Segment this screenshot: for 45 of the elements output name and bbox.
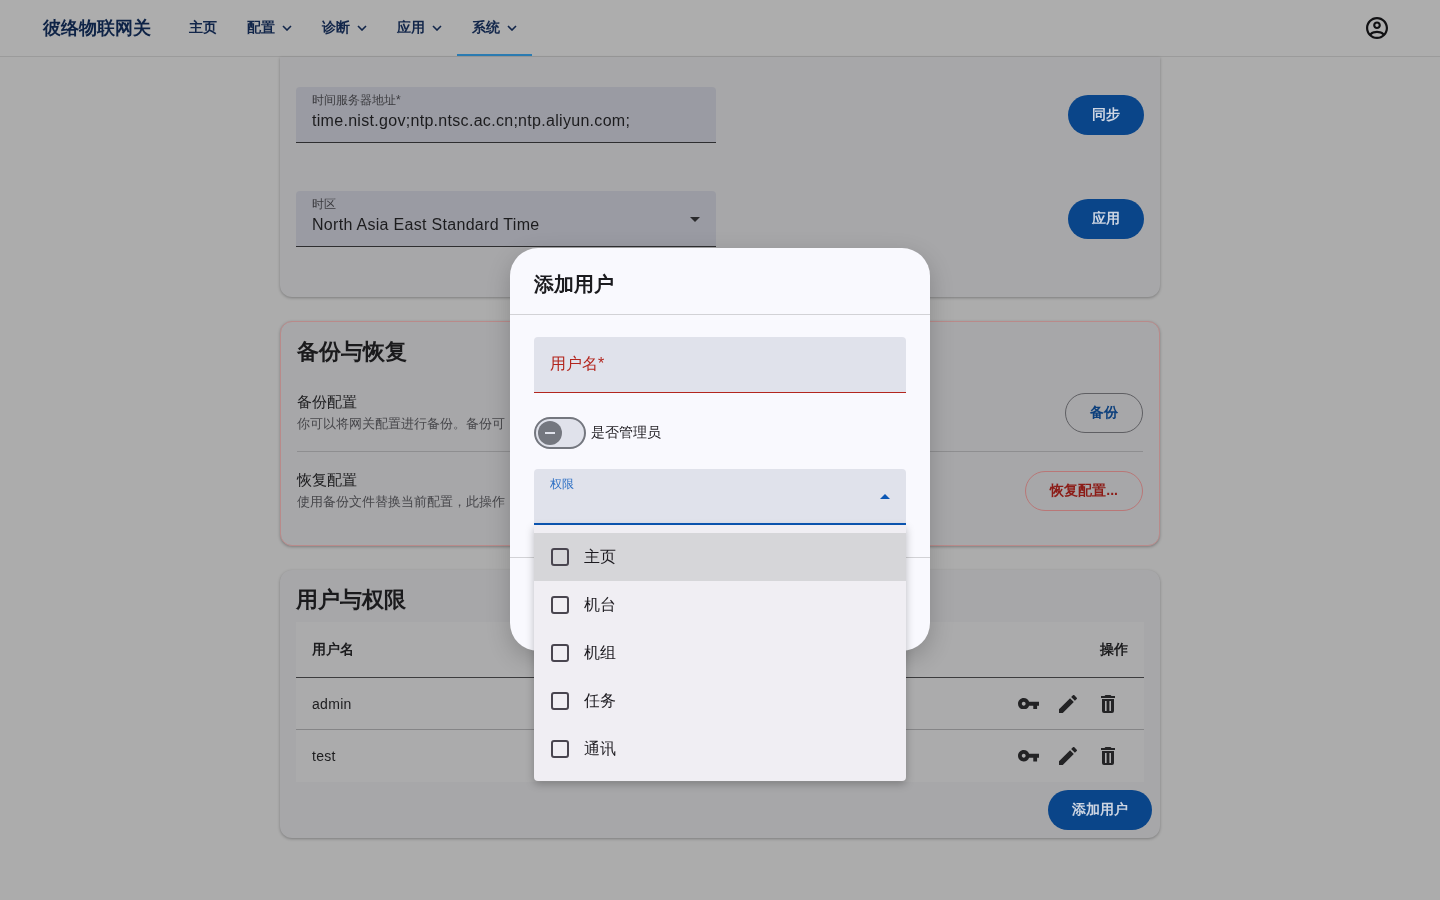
text-field[interactable]: 时间服务器地址* time.nist.gov;ntp.ntsc.ac.cn;ntp.aliyun.com; [296,87,716,143]
toggle-label: 是否管理员 [591,424,661,442]
nav-tab[interactable]: 诊断 [307,0,382,56]
text-field[interactable]: 用户名* [534,337,906,393]
item-description: 你可以将网关配置进行备份。备份可 [297,416,505,433]
menu-option[interactable]: 机组 [534,629,906,677]
caret-up-icon [880,494,890,499]
action-button[interactable]: 同步 [1068,95,1144,135]
section-title: 用户与权限 [296,586,406,614]
checkbox[interactable] [551,548,569,566]
key-icon[interactable] [1017,697,1039,710]
menu-option[interactable]: 通讯 [534,725,906,773]
add-user-button[interactable]: 添加用户 [1048,790,1152,830]
nav-tab[interactable]: 主页 [174,0,232,56]
caret-down-icon [690,217,700,222]
checkbox[interactable] [551,692,569,710]
trash-icon[interactable] [1101,747,1115,765]
checkbox[interactable] [551,740,569,758]
table-header-cell: 操作 [1100,640,1128,659]
item-description: 使用备份文件替换当前配置，此操作 [297,494,505,511]
action-button[interactable]: 应用 [1068,199,1144,239]
checkbox[interactable] [551,644,569,662]
account-icon[interactable] [1366,17,1388,39]
minus-icon [538,421,562,445]
select-field[interactable]: 权限 [534,469,906,525]
pencil-icon[interactable] [1059,694,1077,713]
table-header-cell: 用户名 [312,640,354,659]
nav-tab[interactable]: 应用 [382,0,457,56]
dialog-title: 添加用户 [534,272,614,297]
brand-title: 彼络物联网关 [43,17,151,40]
nav-tab[interactable]: 配置 [232,0,307,56]
toggle-switch[interactable] [534,417,586,449]
item-title: 备份配置 [297,392,357,412]
menu-option[interactable]: 任务 [534,677,906,725]
menu-option[interactable]: 机台 [534,581,906,629]
key-icon[interactable] [1017,750,1039,762]
item-title: 恢复配置 [297,470,357,490]
select-field[interactable]: 时区 North Asia East Standard Time [296,191,716,247]
section-title: 备份与恢复 [297,338,407,366]
checkbox[interactable] [551,596,569,614]
table-cell: test [312,748,336,764]
menu-option[interactable]: 主页 [534,533,906,581]
table-cell: admin [312,695,352,712]
pencil-icon[interactable] [1059,747,1077,765]
trash-icon[interactable] [1101,694,1115,713]
